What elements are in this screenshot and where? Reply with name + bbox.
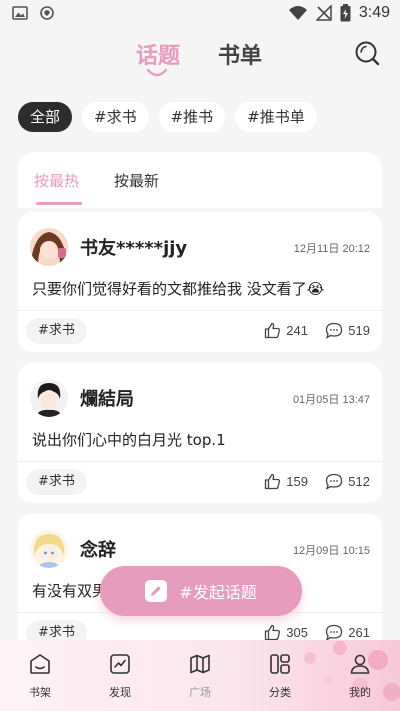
post-content[interactable]: 有没有双男 <box>32 580 107 601</box>
nav-label-discover: 发现 <box>109 686 131 699</box>
post-tag[interactable]: #求书 <box>26 469 87 495</box>
category-icon <box>270 654 290 674</box>
sort-tab-newest[interactable]: 按最新 <box>114 170 159 191</box>
profile-icon <box>350 654 370 674</box>
tab-topics[interactable]: 话题 <box>136 38 180 70</box>
like-button[interactable]: 241 <box>264 322 308 339</box>
wifi-icon <box>288 6 307 20</box>
post-author[interactable]: 念辞 <box>80 536 116 562</box>
nav-item-category[interactable]: 分类 <box>255 652 305 700</box>
post-content[interactable]: 说出你们心中的白月光 top.1 <box>32 429 226 450</box>
divider <box>18 310 382 311</box>
sort-tabs: 按最热 按最新 <box>18 152 382 208</box>
comment-icon <box>326 322 343 339</box>
filter-chips: 全部 #求书 #推书 #推书单 <box>18 102 317 132</box>
pencil-icon <box>145 580 168 602</box>
start-topic-button[interactable]: #发起话题 <box>100 566 302 616</box>
nav-label-category: 分类 <box>269 686 291 699</box>
discover-icon <box>110 654 130 674</box>
bookshelf-icon <box>30 654 50 674</box>
comment-icon <box>326 624 343 641</box>
post-content[interactable]: 只要你们觉得好看的文都推给我 没文看了😭 <box>32 278 324 299</box>
start-topic-label: #发起话题 <box>179 583 257 602</box>
post-author[interactable]: 书友*****jjy <box>80 234 187 260</box>
comment-icon <box>326 473 343 490</box>
clock: 3:49 <box>358 4 390 21</box>
post-date: 12月09日 10:15 <box>292 545 370 557</box>
nav-item-profile[interactable]: 我的 <box>335 652 385 700</box>
tab-booklists[interactable]: 书单 <box>218 38 262 70</box>
comment-button[interactable]: 519 <box>325 322 370 339</box>
thumbs-up-icon <box>265 473 281 490</box>
nav-label-square: 广场 <box>189 686 211 699</box>
comment-count: 261 <box>348 625 370 640</box>
comment-button[interactable]: 512 <box>325 473 370 490</box>
nav-label-bookshelf: 书架 <box>29 686 51 699</box>
nav-item-bookshelf[interactable]: 书架 <box>15 652 65 700</box>
sort-tab-indicator <box>36 202 82 205</box>
search-icon[interactable] <box>354 40 380 66</box>
battery-charging-icon <box>340 4 351 22</box>
filter-chip-recommend-book[interactable]: #推书 <box>158 102 226 132</box>
avatar[interactable] <box>30 228 68 266</box>
like-count: 305 <box>286 625 308 640</box>
top-header: 话题 书单 <box>0 28 400 84</box>
like-button[interactable]: 159 <box>264 473 308 490</box>
no-signal-icon <box>315 5 332 21</box>
divider <box>18 461 382 462</box>
post-card[interactable]: 爛結局 01月05日 13:47 说出你们心中的白月光 top.1 #求书 15… <box>18 363 382 503</box>
sort-tab-hottest[interactable]: 按最热 <box>34 170 79 191</box>
like-count: 241 <box>286 323 308 338</box>
post-tag[interactable]: #求书 <box>26 318 87 344</box>
nav-item-square[interactable]: 广场 <box>175 652 225 700</box>
filter-chip-request-book[interactable]: #求书 <box>82 102 149 132</box>
square-map-icon <box>190 654 210 674</box>
comment-button[interactable]: 261 <box>325 624 370 641</box>
avatar[interactable] <box>30 530 68 568</box>
like-count: 159 <box>286 474 308 489</box>
thumbs-up-icon <box>265 322 281 339</box>
filter-chip-recommend-list[interactable]: #推书单 <box>235 102 317 132</box>
post-card[interactable]: 书友*****jjy 12月11日 20:12 只要你们觉得好看的文都推给我 没… <box>18 212 382 352</box>
avatar[interactable] <box>30 379 68 417</box>
comment-count: 512 <box>348 474 370 489</box>
post-date: 01月05日 13:47 <box>292 394 370 406</box>
thumbs-up-icon <box>265 624 281 641</box>
shield-notification-icon <box>40 6 54 20</box>
post-author[interactable]: 爛結局 <box>80 385 134 411</box>
like-button[interactable]: 305 <box>264 624 308 641</box>
gallery-notification-icon <box>12 6 28 20</box>
bottom-nav: 书架 发现 广场 分类 我的 <box>0 640 400 711</box>
filter-chip-all[interactable]: 全部 <box>18 102 73 132</box>
status-bar: 3:49 <box>0 0 400 28</box>
nav-label-profile: 我的 <box>349 686 371 699</box>
active-tab-smile-indicator <box>146 68 168 77</box>
comment-count: 519 <box>348 323 370 338</box>
nav-item-discover[interactable]: 发现 <box>95 652 145 700</box>
post-date: 12月11日 20:12 <box>293 243 370 255</box>
